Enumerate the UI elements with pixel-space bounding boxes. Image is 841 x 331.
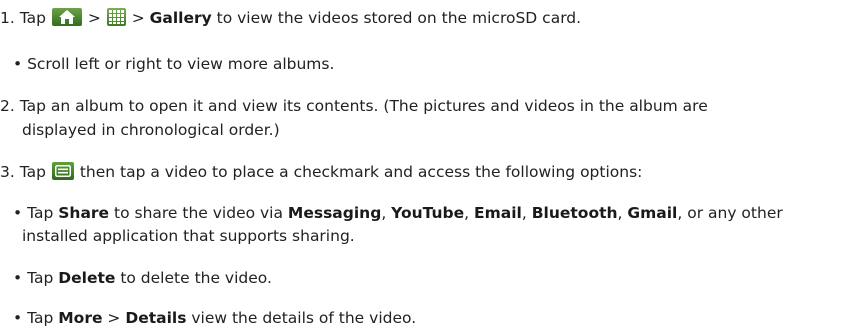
bullet-text: to delete the video. [115, 269, 272, 287]
share-label: Share [58, 204, 110, 222]
step-2-text: 2. Tap an album to open it and view its … [0, 97, 708, 115]
share-bullet-line-2: installed application that supports shar… [22, 226, 355, 246]
bullet-text: to share the video via [109, 204, 288, 222]
gmail-label: Gmail [627, 204, 678, 222]
bullet-text-end: , or any other [677, 204, 783, 222]
more-bullet: • Tap More > Details view the details of… [13, 308, 416, 328]
comma: , [521, 204, 532, 222]
menu-icon [51, 162, 74, 180]
step-1-text: to view the videos stored on the microSD… [211, 9, 582, 27]
step-3-text: then tap a video to place a checkmark an… [74, 163, 643, 181]
step-2-line-2: displayed in chronological order.) [22, 120, 280, 140]
bullet-text-cont: installed application that supports shar… [22, 227, 355, 245]
bluetooth-label: Bluetooth [531, 204, 618, 222]
step-1-number: 1. Tap [0, 9, 46, 27]
step-2-line-1: 2. Tap an album to open it and view its … [0, 96, 708, 116]
comma: , [617, 204, 628, 222]
delete-bullet: • Tap Delete to delete the video. [13, 268, 272, 288]
step-3: 3. Tap then tap a video to place a check… [0, 162, 642, 182]
delete-label: Delete [58, 269, 116, 287]
details-label: Details [125, 309, 187, 327]
step-1: 1. Tap > > Gallery to view the videos st… [0, 8, 581, 28]
step-2-text-cont: displayed in chronological order.) [22, 121, 280, 139]
apps-grid-icon [106, 8, 126, 26]
bullet-text: view the details of the video. [186, 309, 417, 327]
bullet-text: • Scroll left or right to view more albu… [13, 55, 335, 73]
separator-arrow: > [87, 9, 101, 27]
bullet-lead: • Tap [13, 269, 59, 287]
comma: , [464, 204, 475, 222]
gallery-label: Gallery [149, 9, 212, 27]
step-1-bullet: • Scroll left or right to view more albu… [13, 54, 334, 74]
bullet-lead: • Tap [13, 309, 59, 327]
comma: , [381, 204, 392, 222]
messaging-label: Messaging [287, 204, 382, 222]
youtube-label: YouTube [391, 204, 465, 222]
step-3-number: 3. Tap [0, 163, 46, 181]
more-label: More [58, 309, 103, 327]
share-bullet-line-1: • Tap Share to share the video via Messa… [13, 203, 783, 223]
email-label: Email [474, 204, 522, 222]
bullet-lead: • Tap [13, 204, 59, 222]
separator-arrow: > [102, 309, 126, 327]
separator-arrow: > [131, 9, 150, 27]
home-icon [51, 8, 82, 26]
